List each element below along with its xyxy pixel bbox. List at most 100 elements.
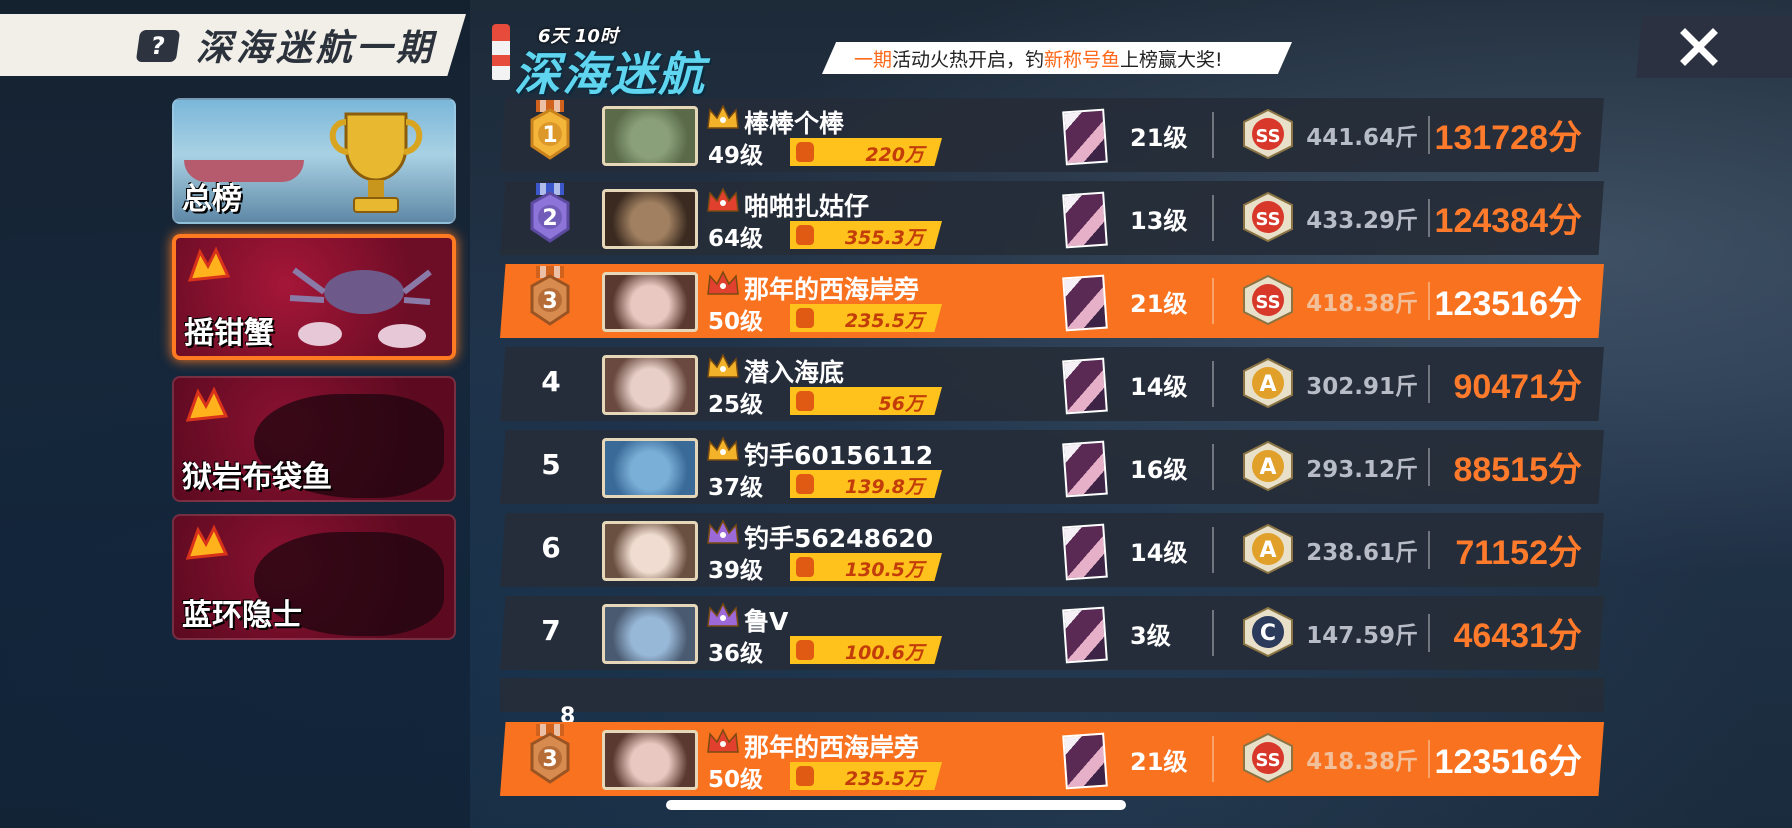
svg-text:A: A	[1259, 538, 1276, 563]
card-level: 21级	[1130, 748, 1188, 776]
fist-icon	[796, 766, 814, 786]
divider	[1428, 282, 1430, 320]
grade-badge-icon: A	[1243, 523, 1293, 575]
svg-text:C: C	[1260, 621, 1276, 646]
banner-text-2: 上榜赢大奖!	[1120, 48, 1223, 71]
catch-weight: 441.64斤	[1306, 125, 1418, 151]
card-icon	[1062, 108, 1108, 166]
ranking-row[interactable]: 2 啪啪扎姑仔 64级 355.3万 13级 SS 433.29斤 124384…	[500, 181, 1604, 255]
avatar[interactable]	[602, 189, 698, 249]
ranking-row-partial[interactable]: 8	[500, 678, 1604, 729]
power-value: 100.6万	[844, 642, 924, 664]
divider	[1212, 444, 1214, 490]
grade-badge-icon: SS	[1243, 191, 1293, 243]
tab-blue-ring-hermit[interactable]: 蓝环隐士	[172, 514, 456, 640]
avatar[interactable]	[602, 106, 698, 166]
score: 88515分	[1453, 451, 1582, 489]
player-name: 那年的西海岸旁	[744, 275, 920, 304]
score: 46431分	[1453, 617, 1582, 655]
fist-icon	[796, 391, 814, 411]
home-indicator	[666, 800, 1126, 810]
divider	[1428, 740, 1430, 778]
divider	[1212, 278, 1214, 324]
fist-icon	[796, 308, 814, 328]
power-bar: 139.8万	[790, 470, 942, 498]
grade-badge-icon: SS	[1243, 274, 1293, 326]
score: 131728分	[1434, 119, 1582, 157]
ranking-row[interactable]: 4 潜入海底 25级 56万 14级 A 302.91斤 90471分	[500, 347, 1604, 421]
svg-text:1: 1	[542, 123, 557, 148]
close-button[interactable]	[1636, 16, 1792, 78]
crown-icon	[707, 270, 739, 295]
card-level: 14级	[1130, 373, 1188, 401]
crown-icon	[707, 436, 739, 461]
divider	[1212, 195, 1214, 241]
player-name: 钓手56248620	[744, 524, 934, 553]
card-level: 21级	[1130, 124, 1188, 152]
ranking-row[interactable]: 3 那年的西海岸旁 50级 235.5万 21级 SS 418.38斤 1235…	[500, 722, 1604, 796]
divider	[1212, 112, 1214, 158]
page-title-bar: ? 深海迷航一期	[0, 14, 466, 76]
tab-label: 摇钳蟹	[184, 316, 274, 351]
divider	[1212, 361, 1214, 407]
ranking-row[interactable]: 1 棒棒个棒 49级 220万 21级 SS 441.64斤 131728分	[500, 98, 1604, 172]
avatar[interactable]	[602, 355, 698, 415]
tab-total-ranking[interactable]: 总榜	[172, 98, 456, 224]
power-value: 235.5万	[844, 310, 924, 332]
grade-badge-icon: C	[1243, 606, 1293, 658]
score: 71152分	[1455, 534, 1582, 572]
lighthouse-icon	[492, 24, 510, 80]
card-level: 13级	[1130, 207, 1188, 235]
ranking-row[interactable]: 6 钓手56248620 39级 130.5万 14级 A 238.61斤 71…	[500, 513, 1604, 587]
score: 90471分	[1453, 368, 1582, 406]
rank-number: 5	[541, 448, 561, 481]
card-icon	[1062, 606, 1108, 664]
svg-text:3: 3	[542, 289, 557, 314]
divider	[1212, 736, 1214, 782]
fist-icon	[796, 557, 814, 577]
grade-badge-icon: A	[1243, 440, 1293, 492]
power-value: 56万	[878, 393, 924, 415]
divider	[1428, 531, 1430, 569]
medal-purple-icon: 2	[530, 183, 570, 243]
power-bar: 130.5万	[790, 553, 942, 581]
crown-icon	[707, 519, 739, 544]
avatar[interactable]	[602, 730, 698, 790]
avatar[interactable]	[602, 604, 698, 664]
player-name: 啪啪扎姑仔	[744, 192, 870, 221]
catch-weight: 418.38斤	[1306, 291, 1418, 317]
svg-text:A: A	[1259, 455, 1276, 480]
divider	[1428, 199, 1430, 237]
player-level: 39级	[708, 558, 764, 584]
avatar[interactable]	[602, 521, 698, 581]
power-value: 130.5万	[844, 559, 924, 581]
banner-highlight-title: 新称号鱼	[1044, 48, 1121, 71]
medal-gold-icon: 1	[530, 100, 570, 160]
ranking-row[interactable]: 7 鲁V 36级 100.6万 3级 C 147.59斤 46431分	[500, 596, 1604, 670]
power-bar: 235.5万	[790, 762, 942, 790]
card-level: 3级	[1130, 622, 1171, 650]
tab-label: 蓝环隐士	[182, 598, 302, 633]
question-icon[interactable]: ?	[135, 30, 181, 62]
avatar[interactable]	[602, 272, 698, 332]
event-logo-text: 深海迷航	[514, 47, 706, 101]
crown-icon	[707, 104, 739, 129]
power-value: 235.5万	[844, 768, 924, 790]
catch-weight: 302.91斤	[1306, 374, 1418, 400]
grade-badge-icon: SS	[1243, 108, 1293, 160]
ranking-row[interactable]: 3 那年的西海岸旁 50级 235.5万 21级 SS 418.38斤 1235…	[500, 264, 1604, 338]
player-level: 50级	[708, 767, 764, 793]
player-name: 鲁V	[744, 607, 789, 636]
new-fish-tag-icon	[185, 524, 229, 560]
new-fish-tag-icon	[187, 246, 231, 282]
avatar[interactable]	[602, 438, 698, 498]
fist-icon	[796, 225, 814, 245]
crown-icon	[707, 353, 739, 378]
score: 124384分	[1434, 202, 1582, 240]
tab-crab[interactable]: 摇钳蟹	[172, 234, 456, 360]
ranking-row[interactable]: 5 钓手60156112 37级 139.8万 16级 A 293.12斤 88…	[500, 430, 1604, 504]
banner-highlight-period: 一期	[854, 48, 893, 71]
tab-hell-rock-pouch-fish[interactable]: 狱岩布袋鱼	[172, 376, 456, 502]
player-level: 64级	[708, 226, 764, 252]
crown-icon	[707, 728, 739, 753]
